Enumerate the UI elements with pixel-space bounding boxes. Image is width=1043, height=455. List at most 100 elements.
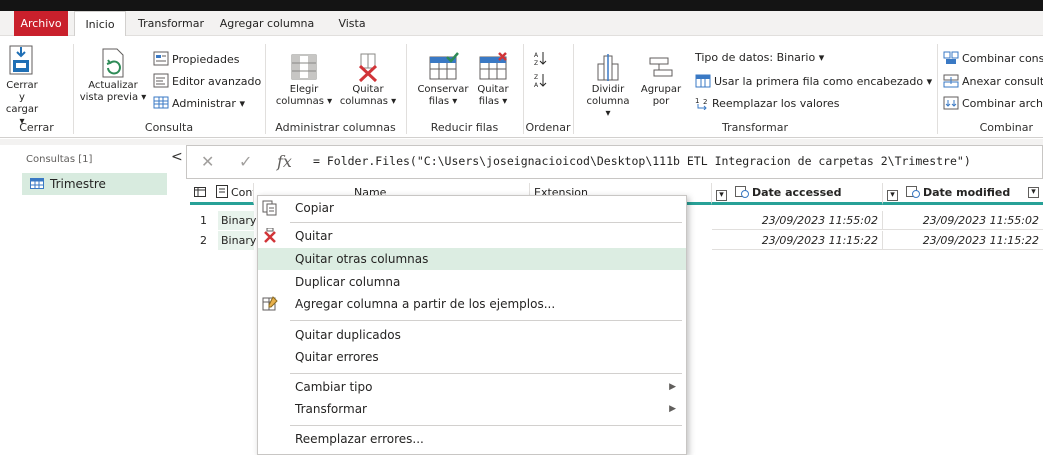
remove-columns-icon [358,53,378,82]
tab-archivo[interactable]: Archivo [14,11,68,36]
manage-button[interactable]: Administrar ▾ [153,95,245,111]
column-context-menu: Copiar Quitar Quitar otras columnas Dupl… [257,195,687,455]
column-header-date-modified[interactable]: ▾ Date modified ▾ [883,183,1043,205]
group-label-reducir-filas: Reducir filas [430,121,499,134]
combine-files-icon [943,96,959,110]
split-column-button[interactable]: Dividir columna ▾ [583,52,633,120]
menu-item-cambiar-tipo[interactable]: Cambiar tipo ▶ [258,376,686,398]
choose-columns-button[interactable]: Elegir columnas ▾ [275,52,333,108]
sort-descending-button[interactable]: ZA [533,72,550,90]
group-label-combinar: Combinar [979,121,1033,134]
column-from-examples-icon [262,296,278,311]
submenu-arrow-icon: ▶ [669,404,676,414]
date-modified-cell[interactable]: 23/09/2023 11:55:02 [883,211,1043,230]
tab-vista[interactable]: Vista [327,11,377,36]
menu-item-reemplazar-errores[interactable]: Reemplazar errores... [258,428,686,450]
replace-values-icon: 12 [695,97,707,111]
svg-text:1: 1 [695,97,699,105]
remove-columns-button[interactable]: Quitar columnas ▾ [338,52,398,108]
svg-text:Z: Z [534,60,538,66]
group-by-button[interactable]: Agrupar por [638,52,684,108]
menu-item-transformar[interactable]: Transformar ▶ [258,398,686,420]
remove-rows-icon [479,52,507,80]
sort-descending-icon: ZA [534,74,547,89]
dropdown-icon[interactable]: ▾ [887,190,898,201]
refresh-icon [102,48,124,78]
menu-item-quitar-otras-columnas[interactable]: Quitar otras columnas [258,248,686,270]
table-icon [30,178,44,189]
properties-button[interactable]: Propiedades [153,51,239,67]
copy-icon [262,200,277,216]
menu-separator [290,222,682,223]
group-label-cerrar: Cerrar [19,121,54,134]
row-number: 2 [200,234,207,247]
dropdown-icon[interactable]: ▾ [1028,187,1039,198]
close-and-load-button[interactable]: Cerrar y cargar ▾ [2,44,42,128]
data-type-dropdown[interactable]: Tipo de datos: Binario ▾ [695,51,824,65]
svg-text:Z: Z [534,74,538,81]
menu-item-agregar-columna-ejemplos[interactable]: Agregar columna a partir de los ejemplos… [258,293,686,315]
date-modified-cell[interactable]: 23/09/2023 11:15:22 [883,231,1043,250]
queries-pane-title: Consultas [1] [26,154,93,165]
date-accessed-cell[interactable]: 23/09/2023 11:15:22 [712,231,883,250]
formula-input[interactable]: = Folder.Files("C:\Users\joseignacioicod… [313,154,971,168]
sort-ascending-button[interactable]: AZ [533,50,550,68]
tab-agregar-columna[interactable]: Agregar columna [213,11,321,36]
binary-cell[interactable]: Binary [218,231,256,250]
remove-icon [264,228,276,243]
split-column-icon [597,54,619,81]
tab-transformar[interactable]: Transformar [135,11,207,36]
replace-values-button[interactable]: 1 2 Reemplazar los valores [695,96,840,111]
append-queries-icon [943,74,959,88]
group-label-consulta: Consulta [144,121,194,134]
datetime-icon [734,186,749,198]
table-icon [153,96,169,109]
advanced-editor-button[interactable]: Editor avanzado [153,73,261,89]
window-title-bar [0,0,1043,11]
group-label-ordenar: Ordenar [525,121,571,134]
commit-formula-button[interactable]: ✓ [239,152,252,171]
close-load-icon [9,45,33,75]
row-number: 1 [200,214,207,227]
keep-rows-button[interactable]: Conservar filas ▾ [415,52,471,108]
menu-item-copiar[interactable]: Copiar [258,197,686,219]
choose-columns-icon [291,54,317,80]
merge-queries-button[interactable]: Combinar cons [943,51,1043,66]
menu-item-quitar-errores[interactable]: Quitar errores [258,346,686,368]
ribbon-group-labels: Cerrar Consulta Administrar columnas Red… [0,118,1043,138]
menu-separator [290,373,682,374]
group-by-icon [649,57,673,77]
column-header-date-accessed[interactable]: ▾ Date accessed [712,183,883,205]
cancel-formula-button[interactable]: ✕ [201,152,214,171]
collapse-pane-button[interactable]: < [171,149,183,165]
remove-rows-button[interactable]: Quitar filas ▾ [470,52,516,108]
keep-rows-icon [429,52,459,80]
use-first-row-headers-button[interactable]: Usar la primera fila como encabezado ▾ [695,74,932,89]
dropdown-icon[interactable]: ▾ [716,190,727,201]
svg-text:A: A [534,82,539,88]
append-queries-button[interactable]: Anexar consult [943,74,1043,89]
datetime-icon [905,186,920,198]
properties-icon [153,51,169,66]
formula-bar: ✕ ✓ fx = Folder.Files("C:\Users\joseigna… [186,145,1043,179]
queries-pane: Consultas [1] < Trimestre [22,145,185,450]
svg-text:2: 2 [703,98,707,106]
submenu-arrow-icon: ▶ [669,382,676,392]
menu-item-duplicar-columna[interactable]: Duplicar columna [258,271,686,293]
binary-cell[interactable]: Binary [218,211,256,230]
advanced-editor-icon [153,73,169,88]
menu-item-quitar-duplicados[interactable]: Quitar duplicados [258,324,686,346]
refresh-preview-button[interactable]: Actualizar vista previa ▾ [78,48,148,104]
menu-separator [290,320,682,321]
file-icon [215,185,228,198]
date-accessed-cell[interactable]: 23/09/2023 11:55:02 [712,211,883,230]
sort-ascending-icon: AZ [534,52,547,67]
menu-item-quitar[interactable]: Quitar [258,225,686,247]
fx-icon: fx [277,152,292,171]
table-icon [194,187,206,197]
query-item-trimestre[interactable]: Trimestre [22,173,167,195]
column-header-content[interactable]: Content [190,183,254,205]
merge-queries-icon [943,51,959,64]
combine-files-button[interactable]: Combinar archi [943,96,1043,111]
tab-inicio[interactable]: Inicio [74,11,126,37]
